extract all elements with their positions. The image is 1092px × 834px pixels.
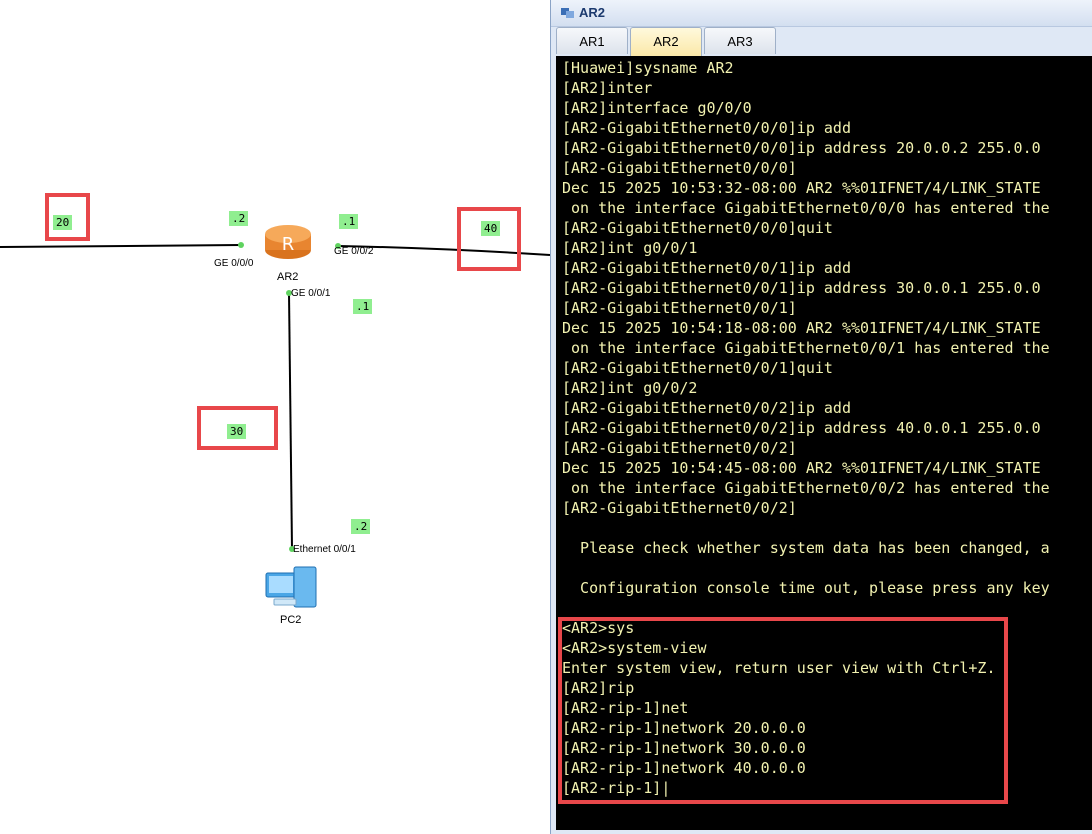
terminal-line: [AR2-GigabitEthernet0/0/0]ip add: [562, 119, 851, 137]
host-label-ge002: .1: [339, 214, 359, 229]
link-left[interactable]: [0, 244, 242, 248]
port-dot-ge000: [238, 242, 244, 248]
device-name-ar2: AR2: [277, 271, 299, 283]
terminal-line: [AR2]inter: [562, 79, 653, 97]
link-down[interactable]: [288, 292, 293, 550]
window-title: AR2: [579, 5, 606, 20]
terminal-line: Dec 15 2025 10:54:45-08:00 AR2 %%01IFNET…: [562, 459, 1041, 477]
terminal-line: [AR2-GigabitEthernet0/0/2]ip add: [562, 399, 851, 417]
highlight-box-rip-config: [558, 617, 1008, 804]
terminal-line: [Huawei]sysname AR2: [562, 59, 734, 77]
terminal-line: [AR2-GigabitEthernet0/0/1]: [562, 299, 797, 317]
terminal-line: [AR2-GigabitEthernet0/0/1]ip add: [562, 259, 851, 277]
highlight-box-40: [457, 207, 521, 271]
tab-ar3[interactable]: AR3: [704, 27, 776, 54]
terminal-line: Please check whether system data has bee…: [562, 539, 1050, 557]
terminal-line: [AR2-GigabitEthernet0/0/2]ip address 40.…: [562, 419, 1041, 437]
terminal-line: on the interface GigabitEthernet0/0/1 ha…: [562, 339, 1050, 357]
terminal-line: Configuration console time out, please p…: [562, 579, 1050, 597]
terminal-line: [AR2-GigabitEthernet0/0/2]: [562, 499, 797, 517]
terminal-line: [AR2-GigabitEthernet0/0/1]quit: [562, 359, 833, 377]
pc-icon[interactable]: [265, 566, 317, 608]
terminal-line: [AR2-GigabitEthernet0/0/0]quit: [562, 219, 833, 237]
svg-text:R: R: [282, 234, 295, 255]
port-label-ge002: GE 0/0/2: [334, 246, 374, 257]
terminal-line: [AR2]interface g0/0/0: [562, 99, 752, 117]
host-label-ge001: .1: [353, 299, 373, 314]
terminal-line: [AR2-GigabitEthernet0/0/1]ip address 30.…: [562, 279, 1041, 297]
console-app-icon: [561, 8, 574, 18]
terminal-line: on the interface GigabitEthernet0/0/2 ha…: [562, 479, 1050, 497]
router-icon[interactable]: R: [265, 225, 311, 259]
terminal-line: on the interface GigabitEthernet0/0/0 ha…: [562, 199, 1050, 217]
terminal-line: [AR2-GigabitEthernet0/0/0]ip address 20.…: [562, 139, 1041, 157]
terminal-line: Dec 15 2025 10:53:32-08:00 AR2 %%01IFNET…: [562, 179, 1041, 197]
device-name-pc2: PC2: [280, 614, 302, 626]
tab-ar1[interactable]: AR1: [556, 27, 628, 54]
window-titlebar[interactable]: AR2: [551, 0, 1092, 27]
port-label-ge001: GE 0/0/1: [291, 288, 331, 299]
network-label-20: 20: [53, 215, 73, 230]
network-label-30: 30: [227, 424, 247, 439]
host-label-ge000: .2: [229, 211, 249, 226]
network-label-40: 40: [481, 221, 501, 236]
terminal-line: [AR2-GigabitEthernet0/0/2]: [562, 439, 797, 457]
terminal-line: [AR2]int g0/0/2: [562, 379, 698, 397]
tab-ar2[interactable]: AR2: [630, 27, 702, 56]
port-label-eth001: Ethernet 0/0/1: [293, 544, 356, 555]
terminal-line: [AR2]int g0/0/1: [562, 239, 698, 257]
terminal-line: Dec 15 2025 10:54:18-08:00 AR2 %%01IFNET…: [562, 319, 1041, 337]
tab-bar: AR1 AR2 AR3: [556, 27, 1092, 56]
terminal-line: [AR2-GigabitEthernet0/0/0]: [562, 159, 797, 177]
host-label-pc: .2: [351, 519, 371, 534]
port-label-ge000: GE 0/0/0: [214, 258, 254, 269]
